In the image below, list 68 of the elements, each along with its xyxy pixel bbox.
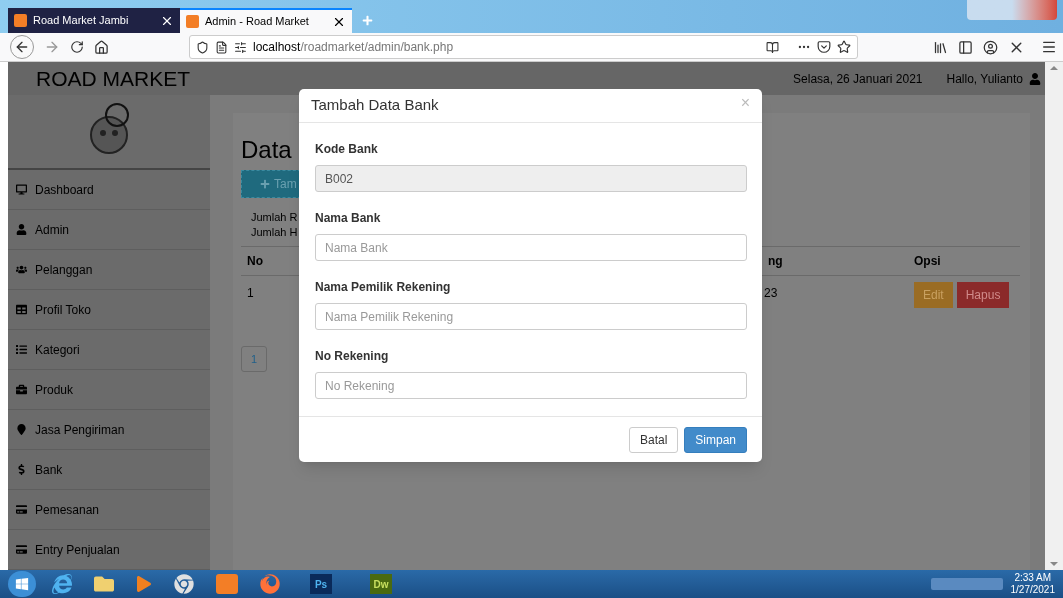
plus-icon bbox=[260, 179, 270, 189]
table-cell-text: 23 bbox=[763, 285, 779, 302]
library-icon[interactable] bbox=[933, 39, 948, 55]
browser-tab[interactable]: Admin - Road Market bbox=[180, 8, 352, 33]
reload-icon[interactable] bbox=[70, 40, 84, 54]
clock-time: 2:33 AM bbox=[1014, 572, 1052, 584]
app-logo-icon bbox=[186, 15, 199, 28]
dollar-icon bbox=[16, 464, 27, 475]
date-text: Selasa, 26 Januari 2021 bbox=[793, 70, 923, 88]
field-label: No Rekening bbox=[315, 348, 390, 366]
clock-date: 1/27/2021 bbox=[1010, 584, 1055, 596]
taskbar-app[interactable]: Dw bbox=[370, 574, 392, 594]
menu-icon[interactable] bbox=[1041, 39, 1057, 55]
forward-icon[interactable] bbox=[44, 39, 60, 55]
list-icon bbox=[16, 344, 27, 355]
media-icon[interactable] bbox=[136, 576, 152, 592]
table-cell: 1 bbox=[247, 286, 254, 300]
greeting-text: Hallo, Yulianto bbox=[946, 70, 1023, 88]
card-icon bbox=[16, 504, 27, 515]
permissions-icon bbox=[234, 40, 247, 54]
taskbar-app[interactable]: Ps bbox=[310, 574, 332, 594]
folder-icon[interactable] bbox=[94, 574, 114, 594]
account-icon[interactable] bbox=[983, 39, 998, 55]
brand-title: ROAD MARKET bbox=[36, 65, 190, 92]
scroll-down-icon[interactable] bbox=[1050, 562, 1058, 566]
page-title: Data bbox=[241, 135, 292, 165]
windows-logo-icon bbox=[15, 577, 29, 591]
cancel-button[interactable]: Batal bbox=[628, 426, 679, 453]
field-label: Nama Pemilik Rekening bbox=[315, 279, 452, 297]
table-icon bbox=[16, 304, 27, 315]
start-button[interactable] bbox=[8, 571, 36, 597]
save-button[interactable]: Simpan bbox=[684, 426, 747, 453]
firefox-icon[interactable] bbox=[260, 574, 280, 594]
delete-button[interactable]: Hapus bbox=[956, 282, 1010, 308]
column-header: Opsi bbox=[908, 247, 1020, 276]
input-field[interactable]: Nama Bank bbox=[315, 234, 747, 262]
summary-text: Jumlah H bbox=[251, 225, 298, 240]
app-logo-icon bbox=[14, 14, 27, 27]
tab-title: Road Market Jambi bbox=[33, 13, 130, 29]
input-field[interactable]: No Rekening bbox=[315, 372, 747, 400]
shield-icon bbox=[196, 40, 209, 54]
modal-title: Tambah Data Bank bbox=[311, 95, 440, 116]
user-icon bbox=[16, 224, 27, 235]
home-icon[interactable] bbox=[94, 39, 109, 55]
address-bar[interactable]: localhost/roadmarket/admin/bank.php bbox=[189, 35, 858, 59]
add-button[interactable]: Tam bbox=[241, 170, 301, 198]
scroll-up-icon[interactable] bbox=[1050, 66, 1058, 70]
summary-text: Jumlah R bbox=[251, 210, 298, 225]
field-label: Nama Bank bbox=[315, 210, 382, 228]
reader-icon[interactable] bbox=[766, 40, 779, 54]
map-pin-icon bbox=[16, 424, 27, 435]
chrome-icon[interactable] bbox=[174, 574, 194, 594]
browser-tab[interactable]: Road Market Jambi bbox=[8, 8, 180, 33]
url-path: /roadmarket/admin/bank.php bbox=[300, 40, 454, 54]
sidebar-icon[interactable] bbox=[958, 39, 973, 55]
card-icon bbox=[16, 544, 27, 555]
pocket-icon[interactable] bbox=[817, 40, 831, 54]
browser-icon[interactable] bbox=[52, 574, 72, 594]
users-icon bbox=[16, 264, 27, 275]
url-host: localhost bbox=[253, 40, 301, 54]
tab-title: Admin - Road Market bbox=[205, 14, 310, 30]
monitor-icon bbox=[16, 184, 27, 195]
input-field[interactable]: Nama Pemilik Rekening bbox=[315, 303, 747, 331]
field-label: Kode Bank bbox=[315, 141, 379, 159]
star-icon[interactable] bbox=[837, 40, 851, 54]
user-icon bbox=[1029, 72, 1041, 85]
briefcase-icon bbox=[16, 384, 27, 395]
page-icon bbox=[215, 40, 228, 54]
